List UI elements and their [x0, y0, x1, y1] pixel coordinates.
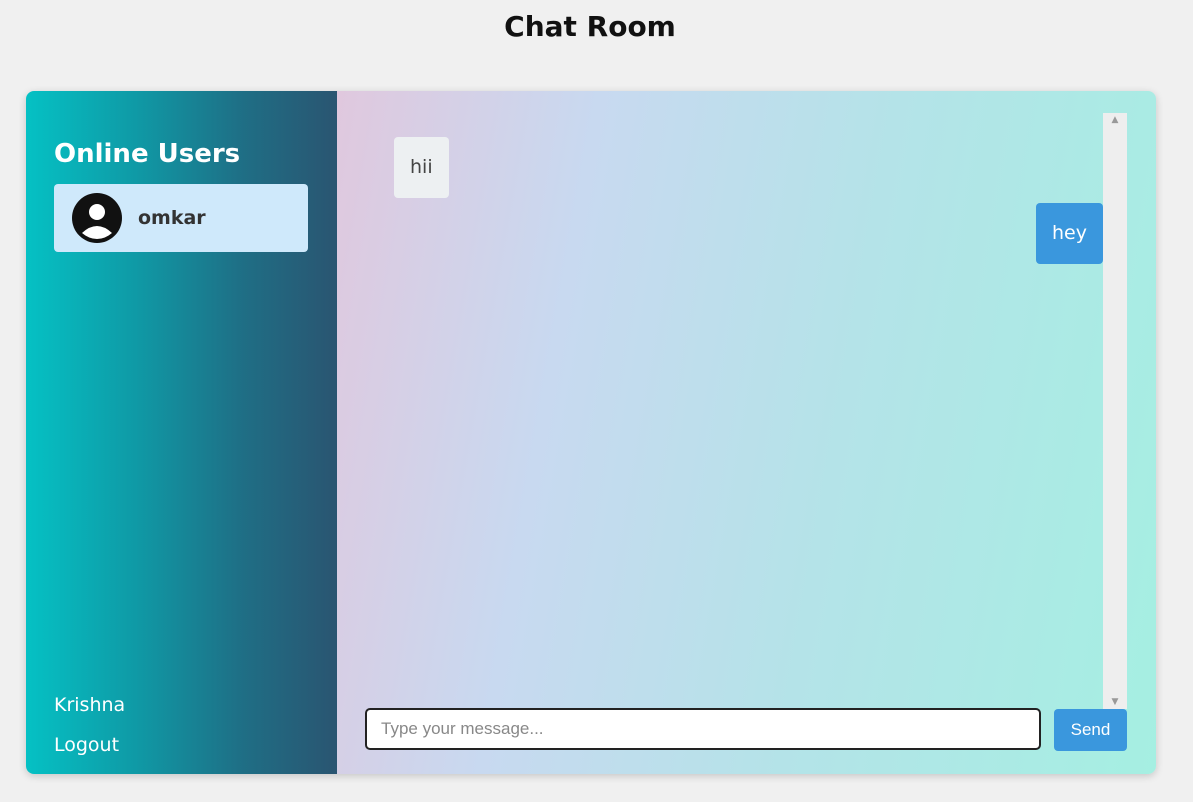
received-message: hii	[394, 137, 449, 198]
sent-message: hey	[1036, 203, 1103, 264]
message-list: hii hey	[365, 113, 1103, 703]
online-user-name: omkar	[138, 207, 206, 229]
scroll-up-icon[interactable]: ▲	[1103, 115, 1127, 125]
sidebar-footer: Krishna Logout	[54, 694, 125, 756]
page-title: Chat Room	[504, 10, 676, 43]
sidebar: Online Users omkar Krishna Logout	[26, 91, 337, 774]
message-input[interactable]	[365, 708, 1041, 750]
current-user-name: Krishna	[54, 694, 126, 716]
online-users-heading: Online Users	[54, 139, 241, 169]
logout-link[interactable]: Logout	[54, 734, 125, 756]
message-scrollbar[interactable]: ▲ ▼	[1103, 113, 1127, 709]
online-user-item[interactable]: omkar	[54, 184, 308, 252]
scroll-down-icon[interactable]: ▼	[1103, 697, 1127, 707]
chat-app: Online Users omkar Krishna Logout hii he…	[26, 91, 1156, 774]
send-button[interactable]: Send	[1054, 709, 1127, 751]
chat-panel: hii hey ▲ ▼ Send	[337, 91, 1156, 774]
user-avatar-icon	[72, 193, 122, 243]
